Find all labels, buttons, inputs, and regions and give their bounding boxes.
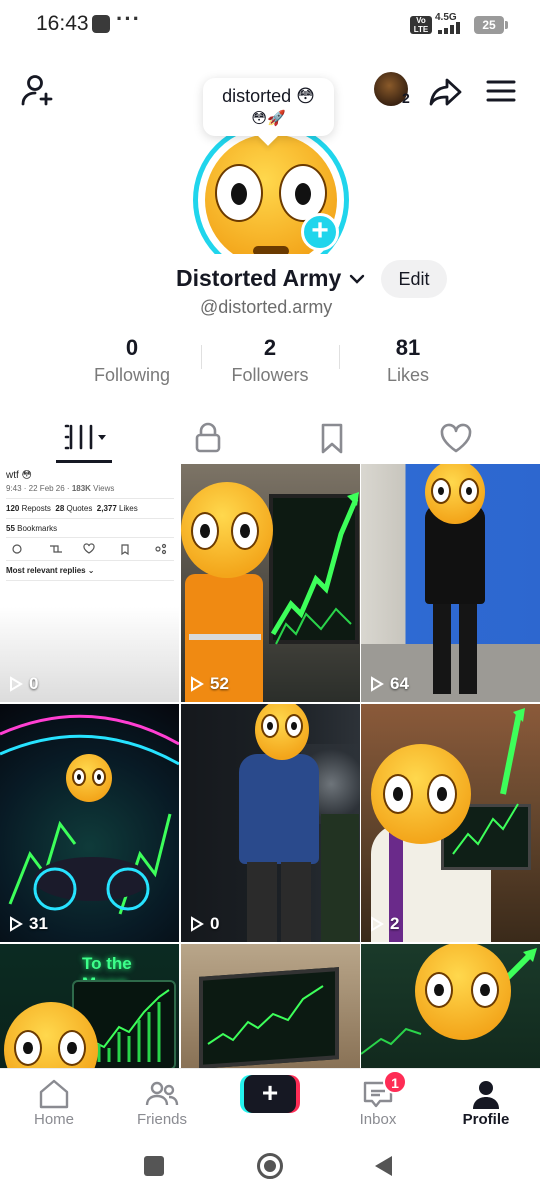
view-count: 0 bbox=[190, 914, 219, 934]
bookmark-icon bbox=[321, 423, 343, 454]
tweet-text: wtf 😳 bbox=[6, 470, 32, 481]
tweet-meta: 9:43 · 22 Feb 26 · 183K Views bbox=[6, 484, 115, 493]
heart-icon bbox=[440, 423, 472, 453]
view-count: 0 bbox=[9, 674, 38, 694]
add-story-button[interactable]: + bbox=[301, 213, 339, 251]
story-note-bubble[interactable]: distorted 😳 😳🚀 bbox=[203, 78, 334, 136]
tab-private[interactable] bbox=[188, 418, 228, 458]
create-button[interactable]: + bbox=[240, 1075, 300, 1113]
play-icon bbox=[191, 676, 204, 692]
emoji-face bbox=[66, 754, 112, 802]
person-plus-icon bbox=[21, 75, 53, 106]
plus-icon: + bbox=[311, 214, 329, 247]
plus-icon: + bbox=[244, 1075, 296, 1113]
stat-following[interactable]: 0 Following bbox=[62, 335, 202, 386]
lock-icon bbox=[195, 422, 221, 453]
status-bar: 16:43 ··· Vo LTE 4.5G 25 bbox=[0, 0, 540, 50]
battery-icon: 25 bbox=[474, 16, 508, 34]
profile-icon bbox=[473, 1081, 499, 1109]
play-icon bbox=[191, 916, 204, 932]
play-icon bbox=[371, 676, 384, 692]
view-count: 2 bbox=[370, 914, 399, 934]
app-notification-icon bbox=[92, 15, 110, 33]
volte-icon: Vo LTE bbox=[410, 16, 432, 34]
video-thumbnail[interactable]: 0 bbox=[181, 704, 360, 942]
likes-label: Likes bbox=[386, 365, 430, 385]
add-friend-button[interactable] bbox=[20, 72, 56, 108]
video-thumbnail[interactable]: 64 bbox=[361, 464, 540, 702]
more-notifications-icon: ··· bbox=[116, 6, 141, 31]
video-grid: wtf 😳 9:43 · 22 Feb 26 · 183K Views 120 … bbox=[0, 464, 540, 1068]
neon-tunnel-icon bbox=[0, 714, 179, 915]
share-arrow-icon bbox=[429, 78, 462, 106]
video-thumbnail[interactable]: To the Moon bbox=[0, 944, 179, 1068]
tab-saved[interactable] bbox=[312, 418, 352, 458]
tweet-replies-sort: Most relevant replies ⌄ bbox=[6, 566, 95, 575]
nav-friends-label: Friends bbox=[136, 1111, 188, 1128]
nav-home-label: Home bbox=[33, 1111, 74, 1128]
recents-icon[interactable] bbox=[144, 1156, 164, 1176]
story-note-emojis: 😳🚀 bbox=[251, 110, 286, 127]
edit-profile-button[interactable]: Edit bbox=[381, 260, 447, 298]
followers-count: 2 bbox=[263, 335, 277, 360]
stat-likes[interactable]: 81 Likes bbox=[338, 335, 478, 386]
view-count: 64 bbox=[370, 674, 409, 694]
view-count: 31 bbox=[9, 914, 48, 934]
home-icon bbox=[39, 1079, 69, 1109]
nav-profile[interactable]: Profile bbox=[432, 1069, 540, 1128]
switch-account-button[interactable]: 2 bbox=[374, 72, 414, 112]
hamburger-icon bbox=[486, 80, 516, 102]
emoji-face bbox=[371, 744, 471, 844]
username: @distorted.army bbox=[200, 297, 333, 317]
emoji-face bbox=[415, 944, 511, 1040]
story-note-text: distorted 😳 bbox=[222, 86, 315, 106]
nav-profile-label: Profile bbox=[462, 1111, 510, 1128]
back-icon[interactable] bbox=[372, 1154, 394, 1178]
display-name[interactable]: Distorted Army bbox=[176, 265, 341, 292]
video-thumbnail[interactable]: wtf 😳 9:43 · 22 Feb 26 · 183K Views 120 … bbox=[0, 464, 179, 702]
chart-line-icon bbox=[207, 985, 324, 1045]
video-thumbnail[interactable]: 31 bbox=[0, 704, 179, 942]
status-time: 16:43 bbox=[36, 12, 89, 35]
tweet-stats: 120 Reposts 28 Quotes 2,377 Likes bbox=[6, 504, 138, 513]
friends-icon bbox=[145, 1081, 179, 1106]
play-icon bbox=[10, 916, 23, 932]
chevron-down-icon[interactable] bbox=[348, 270, 366, 288]
active-tab-indicator bbox=[56, 460, 112, 463]
following-count: 0 bbox=[125, 335, 139, 360]
tweet-bookmarks: 55 Bookmarks bbox=[6, 524, 58, 533]
stat-followers[interactable]: 2 Followers bbox=[200, 335, 340, 386]
nav-friends[interactable]: Friends bbox=[108, 1069, 216, 1128]
chart-arrow-icon bbox=[271, 492, 359, 645]
tab-videos[interactable] bbox=[64, 418, 106, 458]
home-button-icon[interactable] bbox=[257, 1153, 283, 1179]
nav-inbox-label: Inbox bbox=[359, 1111, 397, 1128]
emoji-face bbox=[181, 482, 273, 578]
share-profile-button[interactable] bbox=[428, 74, 464, 110]
menu-button[interactable] bbox=[484, 74, 518, 108]
system-nav-bar bbox=[0, 1130, 540, 1200]
video-thumbnail[interactable] bbox=[361, 944, 540, 1068]
video-thumbnail[interactable]: 52 bbox=[181, 464, 360, 702]
view-count: 52 bbox=[190, 674, 229, 694]
inbox-badge: 1 bbox=[383, 1070, 407, 1094]
tab-liked[interactable] bbox=[436, 418, 476, 458]
followers-label: Followers bbox=[231, 365, 309, 385]
nav-inbox[interactable]: Inbox bbox=[324, 1069, 432, 1128]
video-thumbnail[interactable] bbox=[181, 944, 360, 1068]
account-count: 2 bbox=[402, 90, 410, 106]
nav-home[interactable]: Home bbox=[0, 1069, 108, 1128]
play-icon bbox=[371, 916, 384, 932]
videos-grid-icon bbox=[64, 424, 106, 450]
video-thumbnail[interactable]: 2 bbox=[361, 704, 540, 942]
tweet-actions-icon bbox=[12, 543, 167, 556]
likes-count: 81 bbox=[395, 335, 421, 360]
signal-icon bbox=[438, 22, 466, 34]
following-label: Following bbox=[93, 365, 171, 385]
play-icon bbox=[10, 676, 23, 692]
